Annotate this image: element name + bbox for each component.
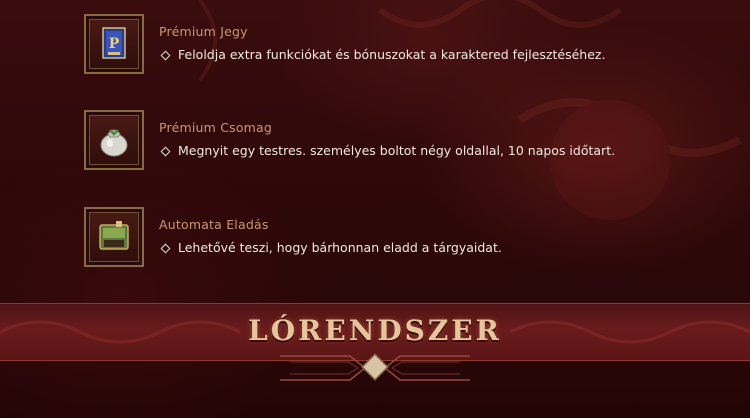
feature-description-row: Megnyit egy testres. személyes boltot né… bbox=[159, 143, 615, 158]
diamond-bullet-icon bbox=[160, 50, 171, 60]
feature-description: Megnyit egy testres. személyes boltot né… bbox=[178, 143, 616, 158]
section-title: LÓRENDSZER bbox=[248, 314, 502, 347]
feature-title: Prémium Jegy bbox=[159, 24, 248, 39]
feature-description-row: Feloldja extra funkciókat és bónuszokat … bbox=[159, 47, 605, 62]
game-panel: P Prémium Jegy Feloldja extra funkciókat… bbox=[0, 0, 750, 418]
feature-description-row: Lehetővé teszi, hogy bárhonnan eladd a t… bbox=[159, 240, 502, 255]
feature-title: Automata Eladás bbox=[159, 217, 269, 232]
feature-item-premium-bag: Prémium Csomag Megnyit egy testres. szem… bbox=[84, 110, 684, 174]
feature-description: Lehetővé teszi, hogy bárhonnan eladd a t… bbox=[178, 240, 502, 255]
auto-sell-icon bbox=[99, 221, 129, 250]
svg-text:P: P bbox=[109, 36, 120, 52]
feature-item-premium-ticket: P Prémium Jegy Feloldja extra funkciókat… bbox=[84, 14, 684, 78]
feature-item-auto-sell: Automata Eladás Lehetővé teszi, hogy bár… bbox=[84, 207, 684, 271]
feature-title: Prémium Csomag bbox=[159, 120, 273, 135]
diamond-bullet-icon bbox=[160, 146, 171, 156]
diamond-bullet-icon bbox=[160, 243, 171, 253]
premium-ticket-icon-frame: P bbox=[84, 14, 144, 74]
premium-ticket-icon: P bbox=[102, 27, 126, 59]
diamond-ornament-icon bbox=[280, 353, 470, 381]
auto-sell-icon-frame bbox=[84, 207, 144, 267]
feature-description: Feloldja extra funkciókat és bónuszokat … bbox=[178, 47, 606, 62]
premium-bag-icon-frame bbox=[84, 110, 144, 170]
premium-bag-icon bbox=[100, 129, 128, 157]
